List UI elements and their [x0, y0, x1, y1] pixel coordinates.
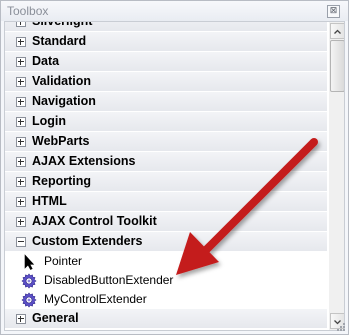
annotation-arrow-icon	[176, 138, 318, 275]
